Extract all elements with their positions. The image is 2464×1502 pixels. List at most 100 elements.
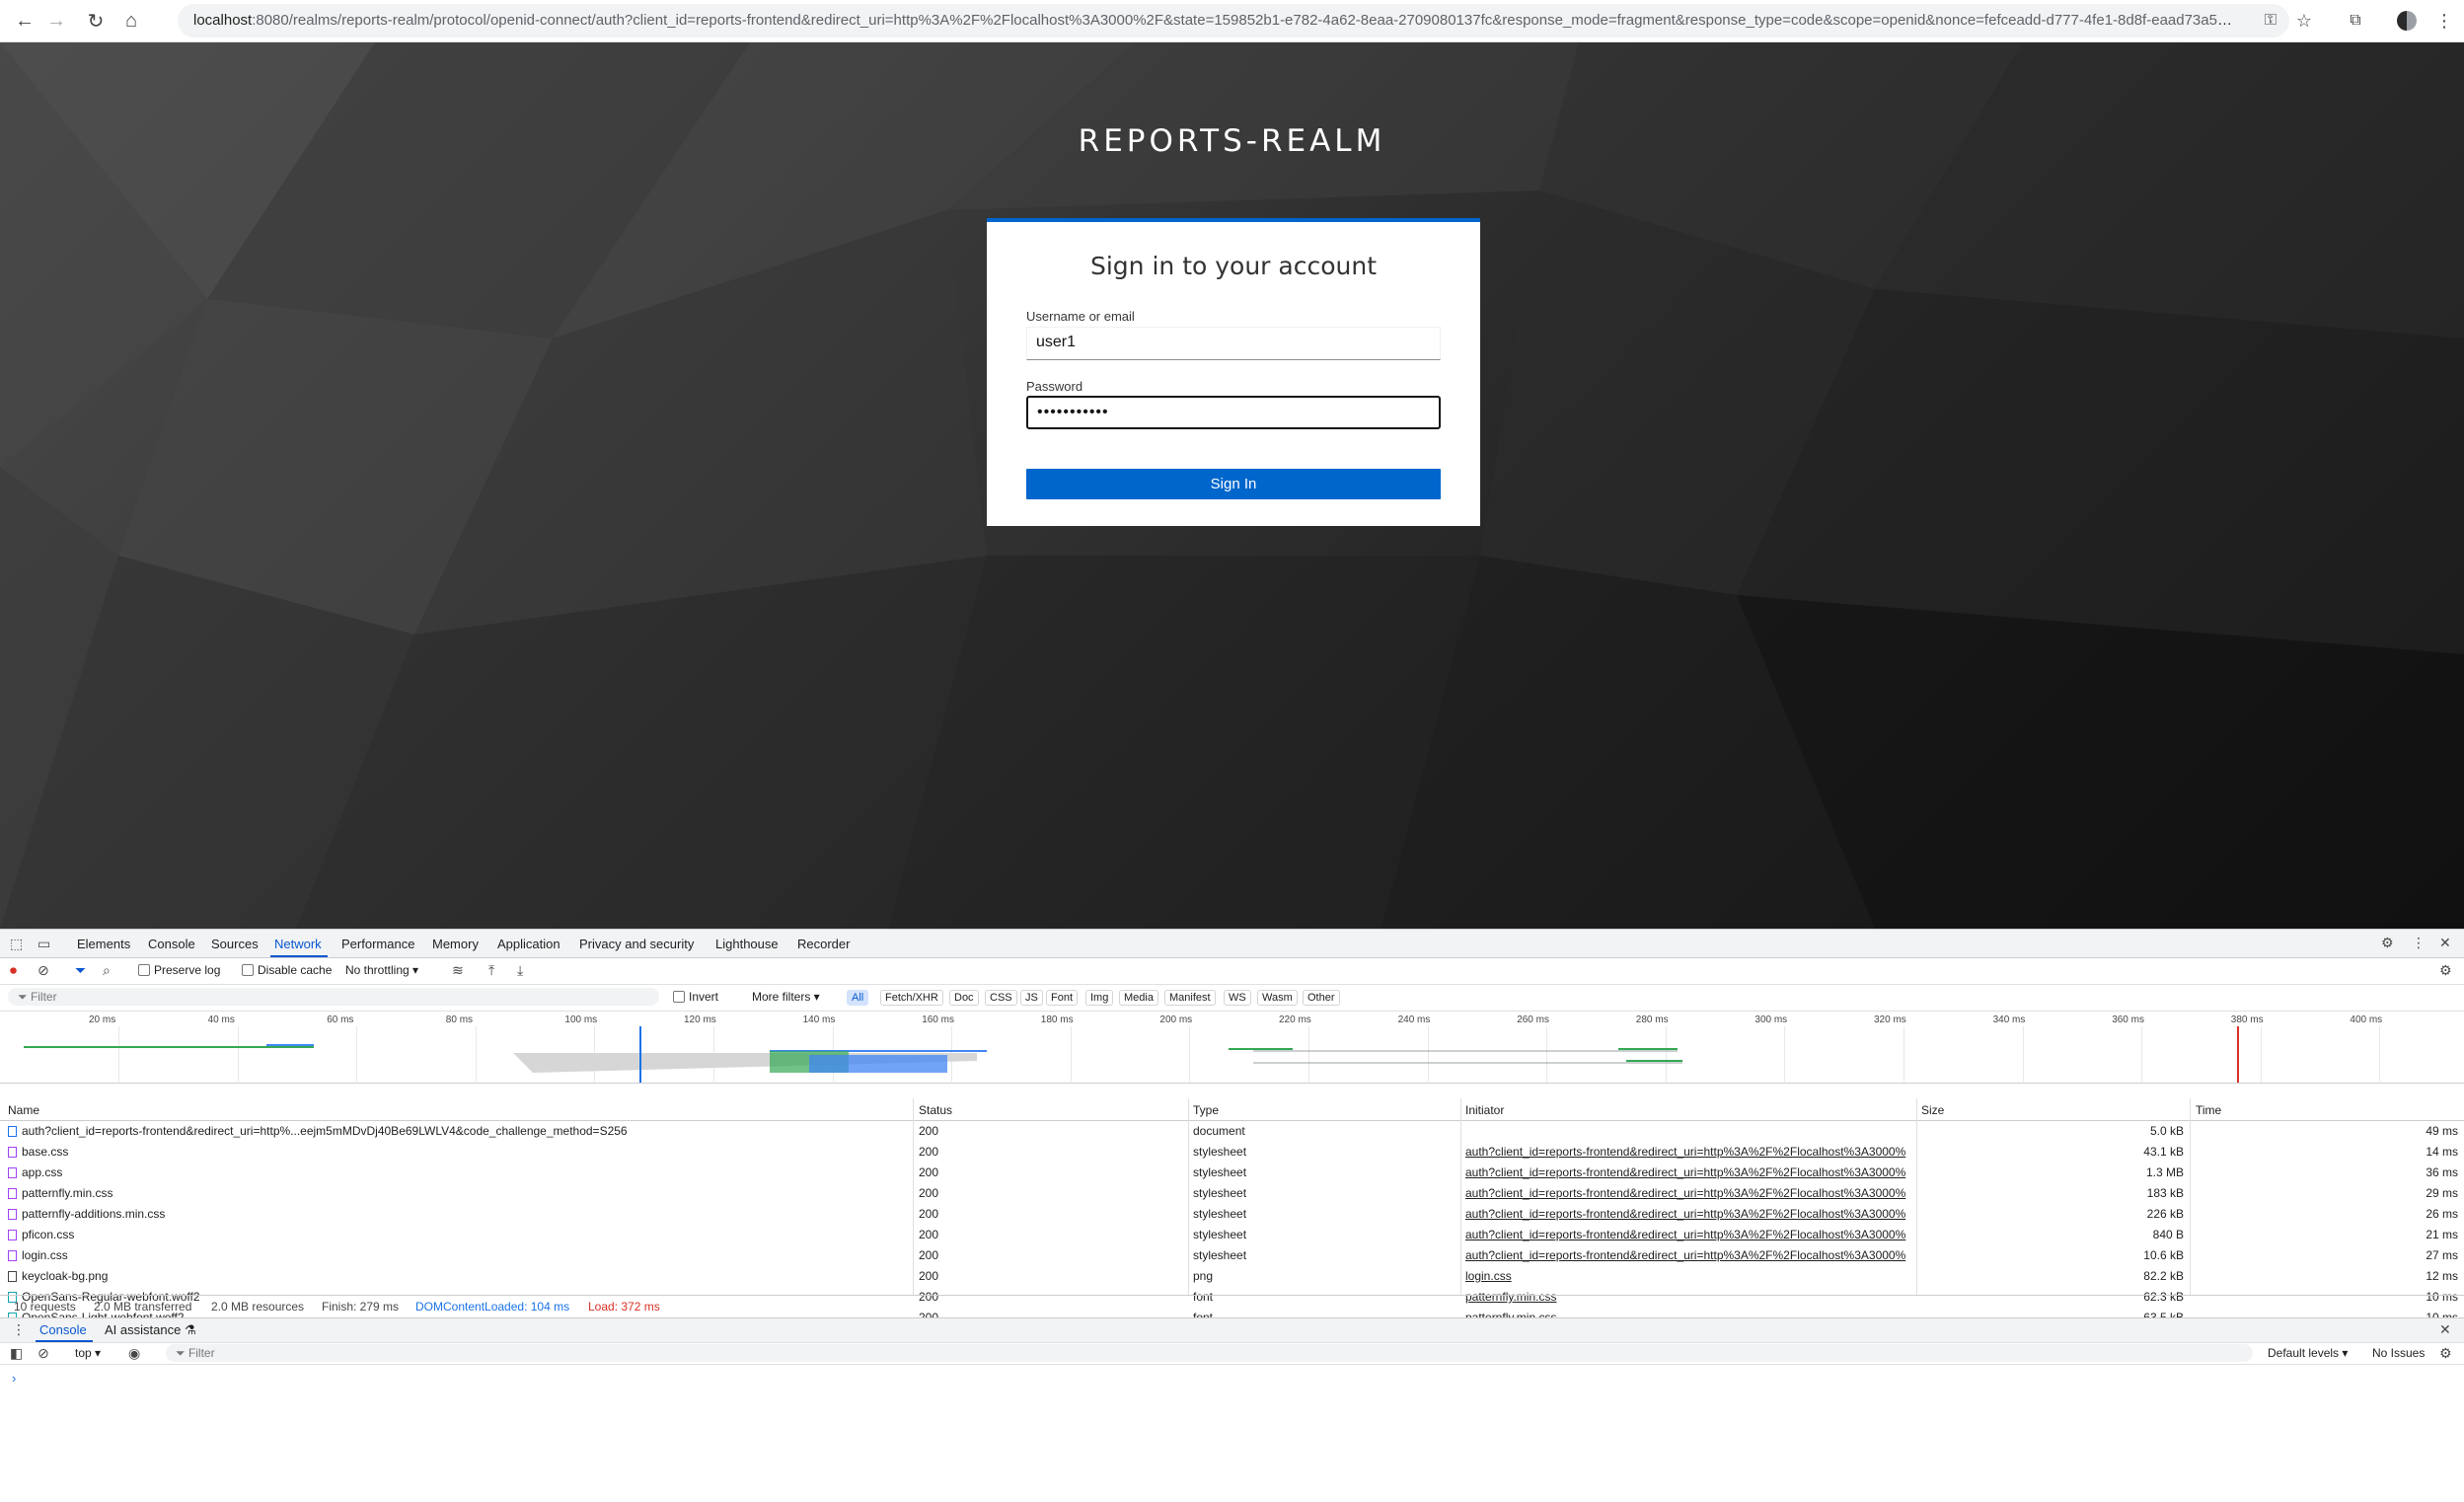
more-options-icon[interactable]: ⋮ — [2412, 935, 2426, 951]
import-har-icon[interactable]: ⤒ — [488, 962, 494, 979]
password-key-icon[interactable]: ⚿ — [2256, 6, 2285, 36]
export-har-icon[interactable]: ⤓ — [517, 962, 523, 979]
clear-log-icon[interactable]: ⊘ — [37, 962, 49, 979]
more-filters-dropdown[interactable]: More filters ▾ — [752, 990, 820, 1004]
table-row[interactable]: keycloak-bg.png 200 png login.css 82.2 kB 12 … — [0, 1266, 2464, 1287]
filter-ws[interactable]: WS — [1224, 990, 1251, 1006]
throttling-select[interactable]: No throttling ▾ — [345, 963, 418, 977]
filter-css[interactable]: CSS — [985, 990, 1017, 1006]
table-row[interactable]: app.css 200 stylesheet auth?client_id=repor… — [0, 1163, 2464, 1183]
row-name-text: app.css — [22, 1165, 63, 1179]
inspect-element-icon[interactable]: ⬚ — [10, 936, 23, 952]
network-settings-icon[interactable]: ⚙ — [2439, 962, 2452, 979]
filter-all[interactable]: All — [847, 990, 869, 1006]
col-time[interactable]: Time — [2196, 1103, 2221, 1117]
tab-sources[interactable]: Sources — [211, 937, 259, 951]
context-select[interactable]: top ▾ — [75, 1346, 101, 1360]
extensions-icon[interactable]: ⧉ — [2341, 6, 2370, 36]
bookmark-star-icon[interactable]: ☆ — [2289, 6, 2319, 36]
home-icon[interactable]: ⌂ — [116, 6, 146, 36]
filter-font[interactable]: Font — [1046, 990, 1079, 1006]
device-toolbar-icon[interactable]: ▭ — [37, 936, 50, 952]
sidebar-toggle-icon[interactable]: ◧ — [10, 1345, 23, 1362]
console-prompt-icon[interactable]: › — [12, 1371, 16, 1386]
drawer-menu-icon[interactable]: ⋮ — [12, 1321, 26, 1338]
row-initiator[interactable]: auth?client_id=reports-frontend&redirect… — [1465, 1145, 1915, 1159]
filter-js[interactable]: JS — [1020, 990, 1043, 1006]
network-overview-timeline[interactable]: 20 ms 40 ms 60 ms 80 ms 100 ms 120 ms 140 ms 16… — [0, 1012, 2464, 1084]
record-stop-icon[interactable]: ⏺ — [10, 962, 17, 979]
disable-cache-checkbox[interactable]: Disable cache — [242, 963, 332, 977]
tab-memory[interactable]: Memory — [432, 937, 479, 951]
table-row[interactable]: login.css 200 stylesheet auth?client_id=rep… — [0, 1245, 2464, 1266]
row-initiator[interactable]: auth?client_id=reports-frontend&redirect… — [1465, 1207, 1915, 1221]
issues-counter[interactable]: No Issues — [2372, 1346, 2425, 1360]
tab-console[interactable]: Console — [148, 937, 195, 951]
filter-doc[interactable]: Doc — [949, 990, 979, 1006]
row-initiator[interactable]: login.css — [1465, 1269, 1915, 1283]
row-type: stylesheet — [1193, 1145, 1247, 1159]
row-name-text: pficon.css — [22, 1228, 75, 1241]
filter-toggle-icon[interactable]: ⏷ — [75, 962, 86, 979]
col-name[interactable]: Name — [8, 1103, 39, 1117]
filter-media[interactable]: Media — [1119, 990, 1158, 1006]
tab-network[interactable]: Network — [274, 937, 322, 951]
url-text[interactable]: localhost:8080/realms/reports-realm/prot… — [193, 12, 2236, 29]
preserve-log-checkbox[interactable]: Preserve log — [138, 963, 220, 977]
clear-console-icon[interactable]: ⊘ — [37, 1345, 49, 1362]
row-size: 183 kB — [2146, 1186, 2184, 1200]
filter-manifest[interactable]: Manifest — [1164, 990, 1216, 1006]
table-row[interactable]: patternfly-additions.min.css 200 styleshee… — [0, 1204, 2464, 1225]
console-settings-icon[interactable]: ⚙ — [2439, 1345, 2452, 1362]
reload-icon[interactable]: ↻ — [81, 6, 111, 36]
avatar[interactable] — [2392, 6, 2422, 36]
tab-lighthouse[interactable]: Lighthouse — [715, 937, 779, 951]
drawer-tab-console[interactable]: Console — [39, 1322, 87, 1337]
console-filter-input[interactable]: ⏷ Filter — [166, 1344, 2253, 1362]
col-status[interactable]: Status — [919, 1103, 952, 1117]
network-conditions-icon[interactable]: ≋ — [452, 962, 464, 979]
col-initiator[interactable]: Initiator — [1465, 1103, 1504, 1117]
password-field[interactable]: ••••••••••• — [1026, 396, 1441, 429]
username-label: Username or email — [1026, 309, 1135, 324]
sign-in-button[interactable]: Sign In — [1026, 469, 1441, 499]
tab-recorder[interactable]: Recorder — [797, 937, 850, 951]
tab-privacy-security[interactable]: Privacy and security — [579, 937, 694, 951]
tab-performance[interactable]: Performance — [341, 937, 414, 951]
col-type[interactable]: Type — [1193, 1103, 1219, 1117]
row-name: patternfly-additions.min.css — [8, 1207, 906, 1221]
row-initiator[interactable]: auth?client_id=reports-frontend&redirect… — [1465, 1186, 1915, 1200]
live-expression-eye-icon[interactable]: ◉ — [128, 1345, 140, 1362]
back-icon[interactable]: ← — [10, 6, 39, 36]
filter-fetch-xhr[interactable]: Fetch/XHR — [880, 990, 943, 1006]
search-icon[interactable]: ⌕ — [103, 962, 111, 979]
drawer-tab-ai-assistance[interactable]: AI assistance ⚗ — [105, 1322, 196, 1338]
table-row[interactable]: auth?client_id=reports-frontend&redirect… — [0, 1121, 2464, 1142]
row-initiator[interactable]: auth?client_id=reports-frontend&redirect… — [1465, 1228, 1915, 1241]
filter-img[interactable]: Img — [1085, 990, 1114, 1006]
row-type: png — [1193, 1269, 1214, 1283]
tab-application[interactable]: Application — [497, 937, 560, 951]
filter-other[interactable]: Other — [1303, 990, 1340, 1006]
filter-input[interactable]: ⏷ Filter — [8, 988, 659, 1006]
table-row[interactable]: pficon.css 200 stylesheet auth?client_id=re… — [0, 1225, 2464, 1245]
close-drawer-icon[interactable]: ✕ — [2439, 1321, 2451, 1338]
filter-wasm[interactable]: Wasm — [1257, 990, 1298, 1006]
username-field[interactable]: user1 — [1026, 327, 1441, 360]
col-size[interactable]: Size — [1921, 1103, 1944, 1117]
menu-icon[interactable]: ⋮ — [2429, 6, 2459, 36]
tab-elements[interactable]: Elements — [77, 937, 130, 951]
log-levels-select[interactable]: Default levels ▾ — [2268, 1346, 2348, 1360]
address-bar[interactable]: localhost:8080/realms/reports-realm/prot… — [178, 4, 2289, 38]
table-row[interactable]: base.css 200 stylesheet auth?client_id=repo… — [0, 1142, 2464, 1163]
document-icon — [8, 1126, 17, 1137]
row-initiator[interactable]: auth?client_id=reports-frontend&redirect… — [1465, 1248, 1915, 1262]
summary-transferred: 2.0 MB transferred — [94, 1300, 192, 1314]
row-size: 226 kB — [2146, 1207, 2184, 1221]
invert-checkbox[interactable]: Invert — [673, 990, 718, 1004]
settings-gear-icon[interactable]: ⚙ — [2381, 935, 2394, 951]
close-devtools-icon[interactable]: ✕ — [2439, 935, 2451, 951]
forward-icon[interactable]: → — [41, 6, 71, 36]
row-initiator[interactable]: auth?client_id=reports-frontend&redirect… — [1465, 1165, 1915, 1179]
table-row[interactable]: patternfly.min.css 200 stylesheet auth?clie… — [0, 1183, 2464, 1204]
